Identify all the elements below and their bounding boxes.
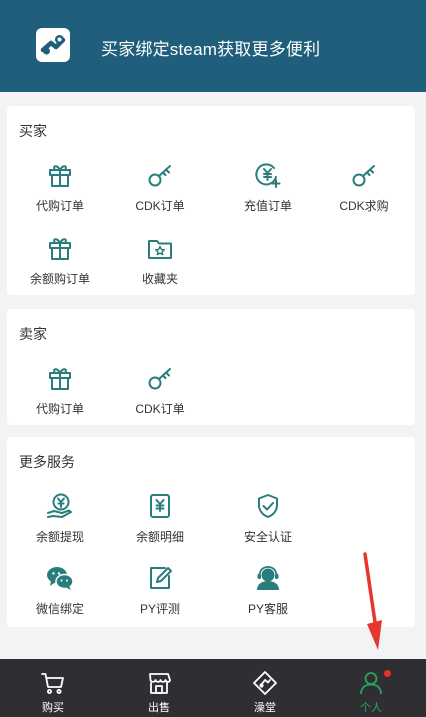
gift-icon	[49, 165, 71, 187]
tab-label: 个人	[360, 702, 382, 714]
coin-hand-icon	[47, 493, 72, 518]
person-icon	[360, 672, 382, 695]
bottom-tab-bar: 购买 出售 澡堂 个人	[0, 659, 426, 717]
py-customer-service-button[interactable]: PY客服	[223, 564, 313, 622]
buyer-proxy-orders-button[interactable]: 代购订单	[15, 161, 105, 219]
buyer-section: 买家 代购订单 CDK订单 充值订单 CDK求购 余额购订单 收藏夹	[7, 106, 415, 295]
item-label: CDK订单	[135, 402, 185, 416]
item-label: 代购订单	[35, 402, 84, 416]
item-label: 余额提现	[35, 530, 84, 544]
py-review-button[interactable]: PY评测	[115, 564, 205, 622]
seller-section-title: 卖家	[19, 326, 47, 342]
tab-bathhouse[interactable]: 澡堂	[212, 659, 318, 717]
item-label: 微信绑定	[35, 602, 84, 616]
edit-icon	[150, 567, 172, 589]
tab-label: 出售	[148, 702, 170, 714]
item-label: 安全认证	[243, 530, 292, 544]
wechat-icon	[47, 567, 74, 590]
item-label: 代购订单	[35, 199, 84, 213]
seller-section: 卖家 代购订单 CDK订单	[7, 309, 415, 425]
item-label: PY客服	[247, 602, 288, 616]
cart-icon	[41, 673, 64, 694]
favorites-button[interactable]: 收藏夹	[115, 234, 205, 292]
star-folder-icon	[148, 240, 172, 259]
notification-badge	[384, 670, 391, 677]
seller-proxy-orders-button[interactable]: 代购订单	[15, 364, 105, 422]
store-icon	[149, 673, 171, 694]
key-icon	[148, 368, 171, 390]
gift-icon	[49, 238, 71, 260]
tab-buy[interactable]: 购买	[0, 659, 106, 717]
wechat-binding-button[interactable]: 微信绑定	[15, 564, 105, 622]
item-label: 余额明细	[135, 530, 184, 544]
item-label: 充值订单	[243, 199, 292, 213]
item-label: CDK求购	[339, 199, 389, 213]
yuan-document-icon	[150, 494, 170, 518]
item-label: PY评测	[139, 602, 180, 616]
balance-purchase-orders-button[interactable]: 余额购订单	[15, 234, 105, 292]
yuan-recharge-icon	[255, 163, 281, 188]
services-section-title: 更多服务	[19, 454, 75, 470]
item-label: 收藏夹	[141, 272, 178, 286]
headset-icon	[257, 566, 279, 590]
tab-personal[interactable]: 个人	[318, 659, 424, 717]
recharge-orders-button[interactable]: 充值订单	[223, 161, 313, 219]
balance-withdraw-button[interactable]: 余额提现	[15, 492, 105, 550]
bath-icon	[253, 671, 277, 695]
cdk-purchase-request-button[interactable]: CDK求购	[319, 161, 409, 219]
item-label: CDK订单	[135, 199, 185, 213]
tab-label: 购买	[42, 702, 64, 714]
key-icon	[352, 165, 375, 187]
item-label: 余额购订单	[29, 272, 90, 286]
app-header: 买家绑定steam获取更多便利	[0, 0, 426, 92]
more-services-section: 更多服务 余额提现 余额明细 安全认证 微信绑定 PY评测 PY客服	[7, 437, 415, 627]
gift-icon	[49, 368, 71, 390]
tab-label: 澡堂	[254, 702, 276, 714]
tab-sell[interactable]: 出售	[106, 659, 212, 717]
steam-logo-icon[interactable]	[36, 28, 70, 62]
buyer-cdk-orders-button[interactable]: CDK订单	[115, 161, 205, 219]
balance-details-button[interactable]: 余额明细	[115, 492, 205, 550]
shield-check-icon	[258, 494, 278, 518]
seller-cdk-orders-button[interactable]: CDK订单	[115, 364, 205, 422]
security-verification-button[interactable]: 安全认证	[223, 492, 313, 550]
bind-steam-title[interactable]: 买家绑定steam获取更多便利	[101, 35, 320, 60]
key-icon	[148, 165, 171, 187]
buyer-section-title: 买家	[19, 123, 47, 139]
